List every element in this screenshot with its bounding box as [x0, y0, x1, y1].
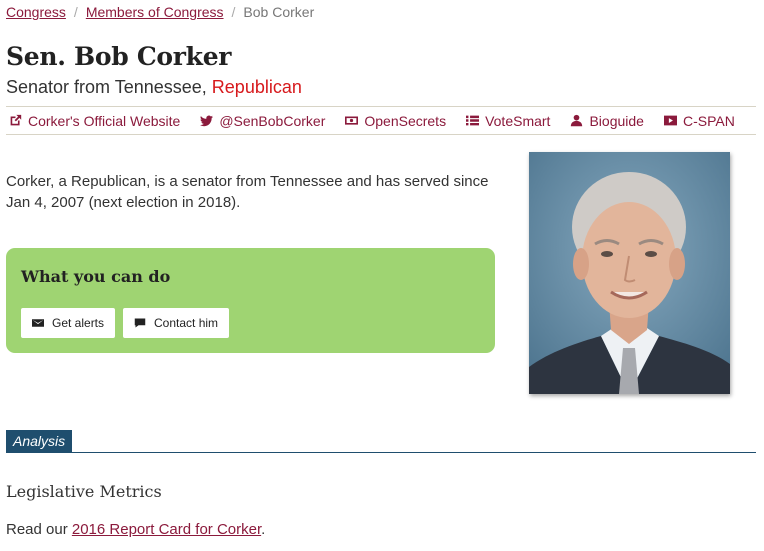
- intro-text: Corker, a Republican, is a senator from …: [6, 173, 489, 211]
- opensecrets-link[interactable]: OpenSecrets: [345, 113, 446, 129]
- speech-bubble-icon: [134, 318, 146, 328]
- portrait-image: [529, 152, 730, 394]
- breadcrumb-current: Bob Corker: [243, 4, 315, 20]
- page-title: Sen. Bob Corker: [6, 42, 232, 71]
- bioguide-link[interactable]: Bioguide: [570, 113, 644, 129]
- opensecrets-label: OpenSecrets: [364, 112, 447, 129]
- report-suffix: .: [261, 521, 266, 538]
- external-links-bar: Corker's Official Website @SenBobCorker …: [6, 106, 756, 135]
- breadcrumb-separator: /: [73, 4, 78, 20]
- votesmart-link[interactable]: VoteSmart: [466, 113, 550, 129]
- breadcrumb: Congress / Members of Congress / Bob Corker: [6, 4, 314, 20]
- member-page: Congress / Members of Congress / Bob Corker …: [0, 0, 764, 551]
- report-card-line: Read our 2016 Report Card for Corker.: [6, 520, 265, 540]
- official-website-label: Corker's Official Website: [28, 112, 181, 129]
- senator-photo: [529, 152, 730, 394]
- external-link-icon: [10, 114, 22, 126]
- bioguide-label: Bioguide: [589, 112, 644, 129]
- breadcrumb-separator: /: [231, 4, 236, 20]
- money-icon: [345, 116, 359, 125]
- analysis-divider: [6, 452, 756, 453]
- video-icon: [663, 115, 677, 126]
- votesmart-label: VoteSmart: [485, 112, 551, 129]
- breadcrumb-link-congress[interactable]: Congress: [6, 4, 66, 20]
- twitter-label: @SenBobCorker: [219, 112, 326, 129]
- party-label: Republican: [211, 77, 302, 97]
- envelope-icon: [32, 319, 44, 327]
- analysis-tab[interactable]: Analysis: [6, 430, 73, 453]
- subtitle: Senator from Tennessee, Republican: [6, 76, 302, 98]
- official-website-link[interactable]: Corker's Official Website: [9, 113, 180, 129]
- twitter-icon: [200, 115, 214, 127]
- get-alerts-button[interactable]: Get alerts: [21, 308, 116, 338]
- action-box-title: What you can do: [21, 267, 171, 286]
- twitter-link[interactable]: @SenBobCorker: [200, 113, 325, 129]
- subtitle-role: Senator from Tennessee,: [6, 77, 212, 97]
- action-box: What you can do Get alerts Contact him: [6, 248, 495, 353]
- cspan-label: C-SPAN: [682, 112, 735, 129]
- get-alerts-label: Get alerts: [52, 316, 105, 330]
- user-icon: [571, 114, 583, 127]
- cspan-link[interactable]: C-SPAN: [663, 112, 735, 129]
- legislative-metrics-heading: Legislative Metrics: [6, 482, 162, 501]
- report-card-link[interactable]: 2016 Report Card for Corker: [72, 521, 261, 538]
- contact-button[interactable]: Contact him: [123, 308, 230, 338]
- breadcrumb-link-members[interactable]: Members of Congress: [86, 4, 224, 20]
- contact-label: Contact him: [154, 316, 219, 330]
- report-prefix: Read our: [6, 521, 72, 538]
- list-icon: [466, 115, 480, 126]
